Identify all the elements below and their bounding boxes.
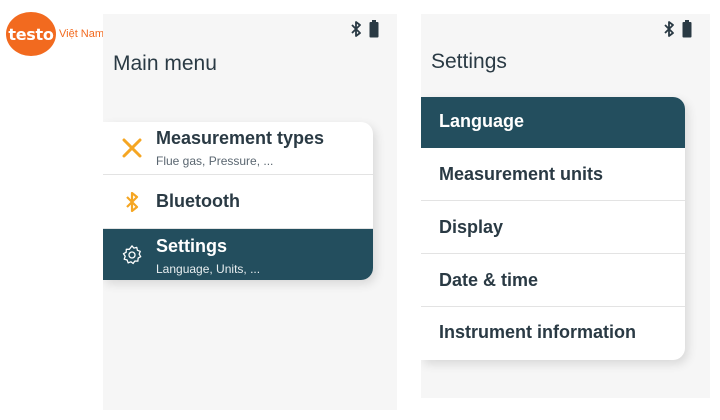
page-title: Settings: [431, 50, 507, 73]
main-menu-list: Measurement types Flue gas, Pressure, ..…: [103, 122, 373, 280]
menu-item-measurement-types[interactable]: Measurement types Flue gas, Pressure, ..…: [103, 122, 373, 175]
menu-item-subtitle: Language, Units, ...: [156, 262, 261, 276]
status-bar: [664, 20, 692, 38]
settings-item-measurement-units[interactable]: Measurement units: [421, 148, 685, 201]
page-title: Main menu: [113, 52, 217, 75]
bluetooth-icon: [351, 21, 361, 37]
settings-list: Language Measurement units Display Date …: [421, 97, 685, 360]
settings-item-label: Instrument information: [439, 322, 636, 342]
main-menu-screen: Main menu Measurement types Flue gas, Pr…: [103, 14, 397, 410]
settings-screen: Settings Language Measurement units Disp…: [421, 14, 710, 398]
menu-item-subtitle: Flue gas, Pressure, ...: [156, 154, 274, 168]
page: testo Việt Nam Main menu Measurement typ…: [0, 0, 720, 420]
menu-item-settings[interactable]: Settings Language, Units, ...: [103, 229, 373, 280]
settings-item-date-time[interactable]: Date & time: [421, 254, 685, 307]
battery-icon: [369, 20, 379, 38]
settings-item-label: Display: [439, 217, 504, 237]
logo-disc: testo: [6, 12, 56, 56]
menu-item-label: Settings: [156, 236, 228, 256]
settings-item-label: Measurement units: [439, 164, 604, 184]
menu-item-label: Measurement types: [156, 128, 325, 148]
menu-item-label: Bluetooth: [156, 191, 240, 211]
bluetooth-icon: [664, 21, 674, 37]
status-bar: [351, 20, 379, 38]
logo-suffix: Việt Nam: [59, 28, 105, 40]
settings-item-label: Language: [439, 111, 525, 131]
settings-item-label: Date & time: [439, 270, 539, 290]
settings-item-language[interactable]: Language: [421, 97, 685, 148]
settings-item-instrument-information[interactable]: Instrument information: [421, 307, 685, 360]
settings-item-display[interactable]: Display: [421, 201, 685, 254]
battery-icon: [682, 20, 692, 38]
measurement-cross-icon: [120, 136, 144, 160]
menu-item-bluetooth[interactable]: Bluetooth: [103, 175, 373, 229]
logo-word: testo: [8, 24, 54, 44]
gear-icon: [120, 243, 144, 267]
testo-logo: testo Việt Nam: [6, 12, 104, 56]
bluetooth-icon: [120, 190, 144, 214]
